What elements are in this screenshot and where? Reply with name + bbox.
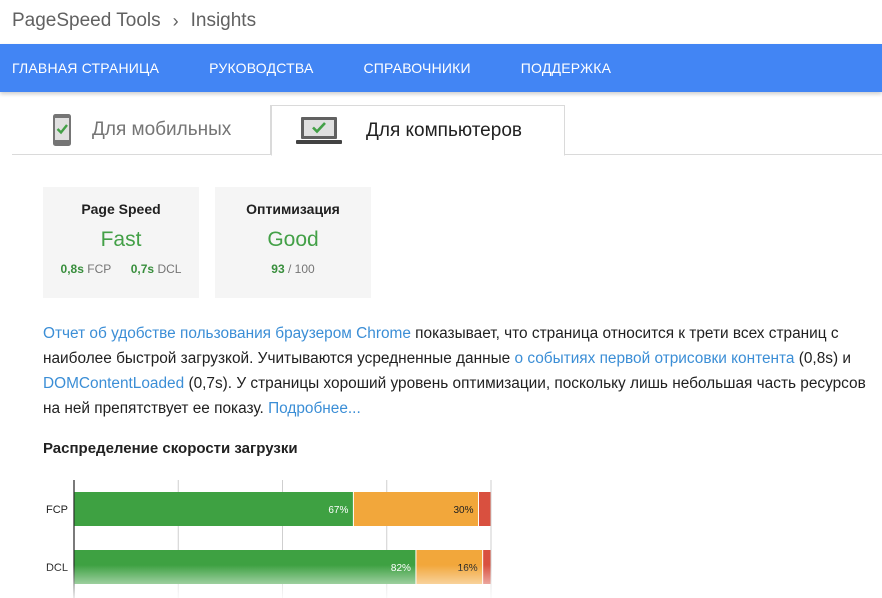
category-label-fcp: FCP: [46, 504, 68, 516]
dcl-value: 0,7s: [130, 262, 155, 276]
nav-item-guides[interactable]: РУКОВОДСТВА: [209, 60, 313, 76]
breadcrumb: PageSpeed Tools › Insights: [12, 9, 256, 33]
page-speed-metrics: 0,8s FCP 0,7s DCL: [43, 262, 199, 276]
top-navbar: ГЛАВНАЯ СТРАНИЦА РУКОВОДСТВА СПРАВОЧНИКИ…: [0, 44, 882, 92]
load-distribution-chart: FCP 67% 30% DCL 82% 16%: [0, 480, 520, 598]
bar-dcl-segment-0: [74, 550, 416, 584]
optimization-score-max: / 100: [288, 262, 315, 276]
optimization-value: Good: [267, 228, 319, 251]
bar-dcl-segment-2: [483, 550, 491, 584]
optimization-score: 93 / 100: [215, 262, 371, 276]
tab-desktop[interactable]: Для компьютеров: [271, 105, 565, 156]
bar-fcp-segment-0: [74, 492, 353, 526]
page-speed-value: Fast: [100, 228, 142, 251]
fcp-info-link[interactable]: о событиях первой отрисовки контента: [515, 350, 795, 367]
fcp-value: 0,8s: [60, 262, 84, 276]
mobile-phone-icon: [52, 113, 72, 147]
optimization-score-value: 93: [271, 262, 285, 276]
distribution-title: Распределение скорости загрузки: [43, 440, 298, 457]
crux-report-link[interactable]: Отчет об удобстве пользования браузером …: [43, 325, 411, 342]
description-text-2: (0,8s) и: [794, 350, 851, 367]
bar-label-dcl-0: 82%: [391, 563, 411, 574]
page-speed-title: Page Speed: [81, 201, 161, 217]
dcl-label: DCL: [157, 262, 182, 276]
bar-label-fcp-1: 30%: [453, 505, 473, 516]
speed-description: Отчет об удобстве пользования браузером …: [43, 321, 878, 421]
tab-mobile[interactable]: Для мобильных: [28, 105, 271, 155]
device-tabs: Для мобильных Для компьютеров: [12, 105, 882, 156]
breadcrumb-current: Insights: [190, 10, 257, 31]
chevron-right-icon: ›: [172, 10, 179, 31]
nav-item-support[interactable]: ПОДДЕРЖКА: [521, 60, 611, 76]
tab-mobile-label: Для мобильных: [92, 119, 232, 140]
breadcrumb-root[interactable]: PageSpeed Tools: [12, 10, 161, 32]
desktop-monitor-icon: [296, 116, 342, 146]
fcp-label: FCP: [87, 262, 112, 276]
page-speed-card: Page Speed Fast 0,8s FCP 0,7s DCL: [43, 187, 199, 298]
nav-item-reference[interactable]: СПРАВОЧНИКИ: [363, 60, 470, 76]
tab-desktop-label: Для компьютеров: [366, 119, 522, 141]
category-label-dcl: DCL: [46, 562, 68, 574]
learn-more-link[interactable]: Подробнее...: [268, 400, 361, 417]
nav-item-home[interactable]: ГЛАВНАЯ СТРАНИЦА: [12, 60, 159, 76]
bar-label-dcl-1: 16%: [458, 563, 478, 574]
optimization-card: Оптимизация Good 93 / 100: [215, 187, 371, 298]
optimization-title: Оптимизация: [246, 201, 340, 217]
dcl-info-link[interactable]: DOMContentLoaded: [43, 375, 184, 392]
load-distribution-svg: FCP 67% 30% DCL 82% 16%: [46, 480, 492, 598]
bar-label-fcp-0: 67%: [328, 505, 348, 516]
bar-fcp-segment-2: [478, 492, 491, 526]
